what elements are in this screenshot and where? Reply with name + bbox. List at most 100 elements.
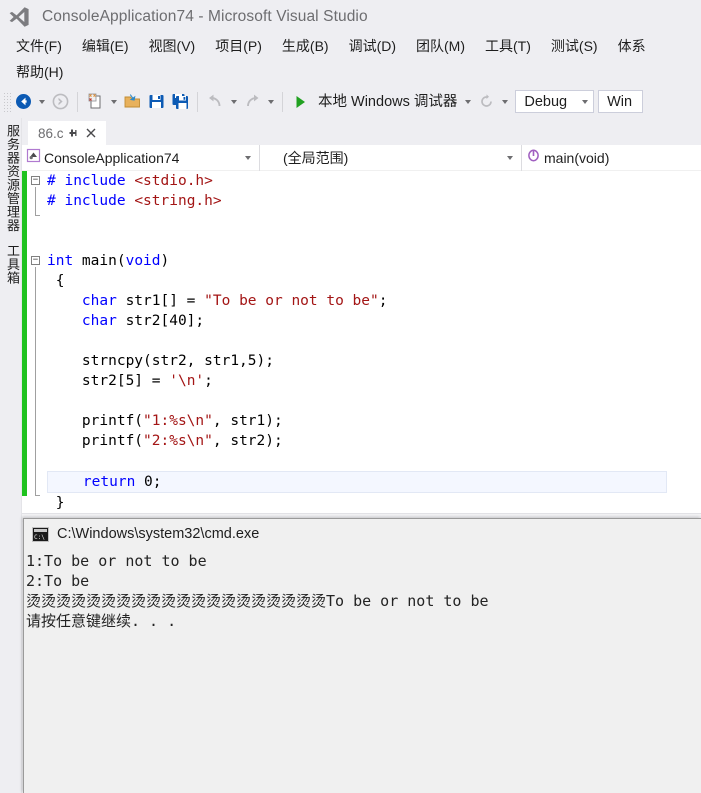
solution-configuration-combo[interactable]: Debug [515, 90, 595, 113]
menu-help[interactable]: 帮助(H) [6, 59, 73, 85]
code-line[interactable]: # include <string.h> [45, 191, 701, 211]
navigate-forward-button[interactable] [48, 89, 72, 115]
redo-dropdown[interactable] [264, 89, 277, 115]
navbar-member-combo[interactable]: main(void) [522, 145, 701, 171]
menu-bar: 文件(F) 编辑(E) 视图(V) 项目(P) 生成(B) 调试(D) 团队(M… [0, 33, 701, 85]
editor-navigation-bar: ConsoleApplication74 (全局范围) main(void) [22, 145, 701, 171]
code-token: char [81, 313, 117, 329]
open-folder-icon [124, 94, 140, 108]
editor-gutter[interactable]: − − [27, 171, 45, 513]
code-token: <string.h> [134, 193, 222, 209]
menu-architecture[interactable]: 体系 [608, 33, 656, 59]
menu-row-primary: 文件(F) 编辑(E) 视图(V) 项目(P) 生成(B) 调试(D) 团队(M… [6, 33, 695, 59]
code-line[interactable]: char str1[] = "To be or not to be"; [45, 291, 701, 311]
editor-dock: 86.c ConsoleApplication74 (全局范围) main(vo… [22, 118, 701, 522]
menu-build[interactable]: 生成(B) [272, 33, 339, 59]
chevron-down-icon [582, 99, 589, 104]
code-line[interactable]: # include <stdio.h> [45, 171, 701, 191]
visual-studio-window: ConsoleApplication74 - Microsoft Visual … [0, 0, 701, 793]
start-debugging-label[interactable]: 本地 Windows 调试器 [312, 89, 461, 115]
document-tab-label: 86.c [38, 125, 64, 141]
dock-tab-toolbox[interactable]: 工具箱 [3, 238, 22, 291]
pin-icon[interactable] [64, 123, 82, 143]
save-all-button[interactable] [168, 89, 192, 115]
console-title-bar[interactable]: C:\Windows\system32\cmd.exe [24, 519, 701, 549]
cmd-window-icon [32, 526, 49, 542]
start-debugging-button[interactable] [288, 89, 312, 115]
code-line[interactable]: printf("1:%s\n", str1); [45, 411, 701, 431]
console-window[interactable]: C:\Windows\system32\cmd.exe 1:To be or n… [23, 518, 701, 793]
navbar-project-caret[interactable] [241, 156, 259, 160]
menu-file[interactable]: 文件(F) [6, 33, 72, 59]
open-file-button[interactable] [120, 89, 144, 115]
refresh-button[interactable] [474, 89, 498, 115]
undo-button[interactable] [203, 89, 227, 115]
navbar-scope-caret[interactable] [503, 156, 521, 160]
solution-configuration-caret[interactable] [577, 99, 593, 104]
solution-configuration-value: Debug [524, 93, 568, 110]
code-token: , str2); [212, 433, 283, 449]
code-line[interactable]: } [45, 493, 701, 513]
code-line[interactable] [45, 331, 701, 351]
code-token: # include [47, 193, 135, 209]
code-line[interactable]: char str2[40]; [45, 311, 701, 331]
title-bar: ConsoleApplication74 - Microsoft Visual … [0, 0, 701, 33]
code-token: '\n' [169, 373, 205, 389]
project-icon [26, 148, 41, 168]
menu-edit[interactable]: 编辑(E) [72, 33, 139, 59]
code-editor[interactable]: − − # include <stdio.h> # include <string… [22, 171, 701, 513]
new-item-button[interactable] [83, 89, 107, 115]
code-line[interactable]: printf("2:%s\n", str2); [45, 431, 701, 451]
fold-toggle-main[interactable]: − [31, 256, 40, 265]
redo-button[interactable] [240, 89, 264, 115]
menu-team[interactable]: 团队(M) [406, 33, 475, 59]
save-icon [149, 95, 163, 108]
dock-tab-server-explorer[interactable]: 服务器资源管理器 [3, 118, 22, 238]
menu-tools[interactable]: 工具(T) [475, 33, 541, 59]
code-token: "1:%s\n" [143, 413, 213, 429]
menu-project[interactable]: 项目(P) [205, 33, 272, 59]
start-debugging-dropdown[interactable] [461, 89, 474, 115]
navigate-backward-dropdown[interactable] [35, 89, 48, 115]
toolbar-grip[interactable] [3, 91, 11, 112]
navbar-project-combo[interactable]: ConsoleApplication74 [22, 145, 260, 171]
code-line[interactable] [45, 451, 701, 471]
code-line[interactable]: { [45, 271, 701, 291]
close-icon[interactable] [82, 123, 100, 143]
navbar-project-label: ConsoleApplication74 [44, 150, 180, 166]
code-line[interactable] [45, 391, 701, 411]
navigate-backward-button[interactable] [11, 89, 35, 115]
fold-toggle-includes[interactable]: − [31, 176, 40, 185]
code-token: 0; [135, 474, 162, 490]
code-line[interactable] [45, 231, 701, 251]
chevron-down-icon [110, 99, 117, 104]
new-item-dropdown[interactable] [107, 89, 120, 115]
code-line[interactable]: strncpy(str2, str1,5); [45, 351, 701, 371]
solution-platform-combo[interactable]: Win [598, 90, 644, 113]
back-arrow-icon [15, 94, 31, 109]
menu-view[interactable]: 视图(V) [139, 33, 206, 59]
save-button[interactable] [144, 89, 168, 115]
window-title: ConsoleApplication74 - Microsoft Visual … [42, 7, 368, 25]
code-line[interactable]: str2[5] = '\n'; [45, 371, 701, 391]
code-line[interactable] [45, 211, 701, 231]
menu-test[interactable]: 测试(S) [541, 33, 608, 59]
code-lines-container[interactable]: # include <stdio.h> # include <string.h> i… [45, 171, 701, 513]
undo-dropdown[interactable] [227, 89, 240, 115]
chevron-down-icon [245, 156, 251, 160]
console-title-label: C:\Windows\system32\cmd.exe [57, 526, 260, 542]
code-line[interactable]: int main(void) [45, 251, 701, 271]
menu-debug[interactable]: 调试(D) [339, 33, 406, 59]
refresh-dropdown[interactable] [498, 89, 511, 115]
navbar-scope-combo[interactable]: (全局范围) [260, 145, 522, 171]
document-tab-86c[interactable]: 86.c [28, 121, 106, 145]
code-token: ; [204, 373, 213, 389]
code-token: int [47, 253, 74, 269]
code-token: # include [47, 173, 135, 189]
fold-end-main [35, 495, 40, 496]
code-line[interactable]: return 0; [47, 471, 667, 493]
console-line: 1:To be or not to be [26, 552, 207, 570]
